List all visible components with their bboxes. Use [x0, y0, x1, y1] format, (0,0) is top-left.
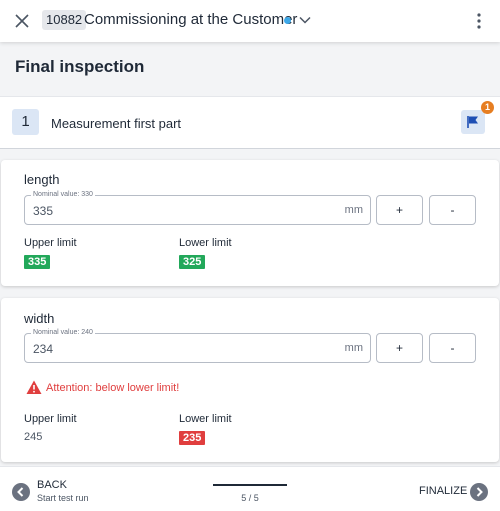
chevron-down-icon[interactable] — [298, 13, 312, 27]
field-value[interactable]: 234 — [33, 342, 53, 356]
section-number: 1 — [12, 109, 39, 135]
increment-button[interactable]: + — [376, 333, 423, 363]
warning-text: Attention: below lower limit! — [46, 382, 180, 394]
finalize-button[interactable]: FINALIZE — [419, 485, 467, 497]
page-title: Final inspection — [15, 57, 145, 76]
lower-limit-label: Lower limit — [179, 413, 232, 425]
measurement-label: length — [24, 172, 60, 187]
width-value-field[interactable]: Nominal value: 240 234 mm — [24, 328, 371, 363]
close-icon[interactable] — [12, 11, 32, 31]
flag-icon — [467, 116, 478, 128]
progress-fill — [213, 484, 287, 486]
decrement-button[interactable]: - — [429, 333, 476, 363]
section-row[interactable]: 1 Measurement first part — [0, 96, 500, 149]
footer-nav: BACK Start test run 5 / 5 FINALIZE — [0, 466, 500, 511]
upper-limit-label: Upper limit — [24, 413, 77, 425]
upper-limit-value: 245 — [24, 431, 43, 443]
lower-limit-label: Lower limit — [179, 237, 232, 249]
measurement-label: width — [24, 311, 55, 326]
decrement-button[interactable]: - — [429, 195, 476, 225]
arrow-right-icon[interactable] — [470, 483, 488, 501]
field-value[interactable]: 335 — [33, 204, 53, 218]
kebab-menu-icon[interactable] — [470, 11, 488, 31]
upper-limit-label: Upper limit — [24, 237, 77, 249]
flag-button[interactable] — [461, 110, 485, 134]
increment-button[interactable]: + — [376, 195, 423, 225]
measurement-card-width: width Nominal value: 240 234 mm + - Atte… — [1, 298, 499, 462]
top-bar: 10882 Commissioning at the Customer — [0, 0, 500, 42]
section-title: Measurement first part — [51, 116, 182, 131]
field-unit: mm — [344, 342, 363, 354]
status-dot — [284, 17, 291, 24]
measurement-card-length: length Nominal value: 330 335 mm + - Upp… — [1, 160, 499, 286]
warning-icon — [26, 380, 42, 394]
job-title: Commissioning at the Customer — [84, 11, 298, 28]
length-value-field[interactable]: Nominal value: 330 335 mm — [24, 190, 371, 225]
back-button[interactable]: BACK — [37, 479, 67, 491]
field-legend: Nominal value: 330 — [31, 190, 95, 200]
field-legend: Nominal value: 240 — [31, 328, 95, 338]
field-unit: mm — [344, 204, 363, 216]
upper-limit-value: 335 — [24, 255, 51, 269]
flag-count-badge: 1 — [481, 101, 494, 114]
job-id-badge: 10882 — [42, 10, 87, 30]
progress-bar — [213, 484, 287, 486]
lower-limit-value: 235 — [179, 431, 206, 445]
lower-limit-value: 325 — [179, 255, 206, 269]
